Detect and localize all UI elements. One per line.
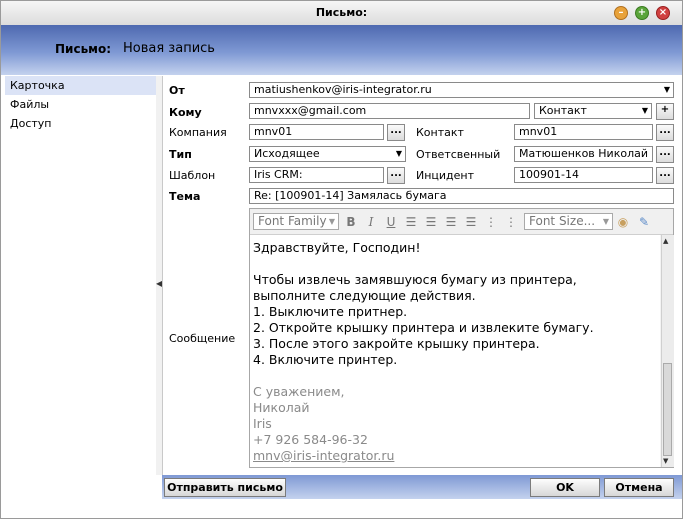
editor-toolbar: Font Family ▼ B I U ☰ ☰ ☰ ☰ ⋮ ⋮ Font Siz… <box>250 209 673 235</box>
dropdown-arrow-icon: ▼ <box>641 106 648 115</box>
to-label: Кому <box>169 106 202 119</box>
cancel-button[interactable]: Отмена <box>604 478 674 497</box>
company-label: Компания <box>169 126 227 139</box>
close-icon[interactable]: × <box>656 6 670 20</box>
from-select[interactable]: matiushenkov@iris-integrator.ru ▼ <box>249 82 674 98</box>
signature-line: +7 926 584-96-32 <box>253 432 368 447</box>
message-line: Чтобы извлечь замявшуюся бумагу из принт… <box>253 272 577 287</box>
from-value: matiushenkov@iris-integrator.ru <box>254 83 432 96</box>
message-label: Сообщение <box>169 332 236 345</box>
template-label: Шаблон <box>169 169 216 182</box>
message-line: выполните следующие действия. <box>253 288 476 303</box>
font-family-select[interactable]: Font Family ▼ <box>253 213 339 230</box>
record-header: Письмо: Новая запись <box>1 25 682 75</box>
to-value: mnvxxx@gmail.com <box>254 104 367 117</box>
send-email-button[interactable]: Отправить письмо <box>164 478 286 497</box>
type-value: Исходящее <box>254 147 320 160</box>
header-value: Новая запись <box>123 41 215 56</box>
subject-value: Re: [100901-14] Замялась бумага <box>254 189 447 202</box>
font-size-select[interactable]: Font Size... ▼ <box>524 213 613 230</box>
italic-button[interactable]: I <box>364 215 378 229</box>
message-line: 4. Включите принтер. <box>253 352 398 367</box>
align-right-icon[interactable]: ☰ <box>444 215 458 229</box>
align-justify-icon[interactable]: ☰ <box>464 215 478 229</box>
bold-button[interactable]: B <box>344 215 358 229</box>
scroll-up-icon[interactable]: ▲ <box>663 237 668 245</box>
incident-lookup-button[interactable]: ... <box>656 167 674 184</box>
title-bar[interactable]: Письмо: – + × <box>1 1 682 26</box>
edit-html-icon[interactable]: ✎ <box>637 215 651 229</box>
font-family-value: Font Family <box>258 214 327 228</box>
to-type-value: Контакт <box>539 104 587 117</box>
responsible-value: Матюшенков Николай <box>519 147 648 160</box>
type-label: Тип <box>169 148 192 161</box>
text-color-icon[interactable]: ◉ <box>616 215 630 229</box>
incident-label: Инцидент <box>416 169 475 182</box>
signature-line: Николай <box>253 400 310 415</box>
template-lookup-button[interactable]: ... <box>387 167 405 184</box>
contact-input[interactable]: mnv01 <box>514 124 653 140</box>
align-center-icon[interactable]: ☰ <box>424 215 438 229</box>
dropdown-arrow-icon: ▼ <box>395 149 402 158</box>
header-label: Письмо: <box>55 42 112 56</box>
sidebar-item-access[interactable]: Доступ <box>5 114 156 133</box>
sidebar-item-card[interactable]: Карточка <box>5 76 156 95</box>
subject-label: Тема <box>169 190 201 203</box>
dropdown-arrow-icon: ▼ <box>328 217 335 226</box>
incident-input[interactable]: 100901-14 <box>514 167 653 183</box>
add-recipient-button[interactable]: + <box>656 103 674 120</box>
align-left-icon[interactable]: ☰ <box>404 215 418 229</box>
responsible-lookup-button[interactable]: ... <box>656 146 674 163</box>
company-value: mnv01 <box>254 125 293 138</box>
from-label: От <box>169 84 185 97</box>
underline-button[interactable]: U <box>384 215 398 229</box>
company-lookup-button[interactable]: ... <box>387 124 405 141</box>
subject-input[interactable]: Re: [100901-14] Замялась бумага <box>249 188 674 204</box>
signature-line: Iris <box>253 416 272 431</box>
contact-label: Контакт <box>416 126 464 139</box>
message-line: Здравствуйте, Господин! <box>253 240 421 255</box>
editor-scrollbar[interactable]: ▲ ▼ <box>661 235 674 467</box>
signature-line: С уважением, <box>253 384 345 399</box>
ordered-list-icon[interactable]: ⋮ <box>484 215 498 229</box>
font-size-value: Font Size... <box>529 214 596 228</box>
maximize-icon[interactable]: + <box>635 6 649 20</box>
template-input[interactable]: Iris CRM: <box>249 167 384 183</box>
email-window: Письмо: – + × Письмо: Новая запись Карто… <box>0 0 683 519</box>
responsible-input[interactable]: Матюшенков Николай <box>514 146 653 162</box>
to-input[interactable]: mnvxxx@gmail.com <box>249 103 530 119</box>
ok-button[interactable]: OK <box>530 478 600 497</box>
type-select[interactable]: Исходящее ▼ <box>249 146 406 162</box>
template-value: Iris CRM: <box>254 168 303 181</box>
scrollbar-thumb[interactable] <box>663 363 672 456</box>
message-line: 3. После этого закройте крышку принтера. <box>253 336 540 351</box>
message-line: 1. Выключите притнер. <box>253 304 408 319</box>
sidebar: Карточка Файлы Доступ <box>5 76 157 475</box>
message-line: 2. Откройте крышку принтера и извлеките … <box>253 320 594 335</box>
bullet-list-icon[interactable]: ⋮ <box>504 215 518 229</box>
signature-email-link[interactable]: mnv@iris-integrator.ru <box>253 448 394 463</box>
window-title: Письмо: <box>315 6 368 19</box>
message-editor: Font Family ▼ B I U ☰ ☰ ☰ ☰ ⋮ ⋮ Font Siz… <box>249 208 674 468</box>
scroll-down-icon[interactable]: ▼ <box>663 457 668 465</box>
dropdown-arrow-icon: ▼ <box>663 85 670 94</box>
dropdown-arrow-icon: ▼ <box>602 217 609 226</box>
button-bar: Отправить письмо OK Отмена <box>162 475 682 499</box>
to-type-select[interactable]: Контакт ▼ <box>534 103 652 119</box>
sidebar-item-files[interactable]: Файлы <box>5 95 156 114</box>
contact-lookup-button[interactable]: ... <box>656 124 674 141</box>
message-body[interactable]: Здравствуйте, Господин! Чтобы извлечь за… <box>250 235 660 467</box>
responsible-label: Ответсвенный <box>416 148 501 161</box>
company-input[interactable]: mnv01 <box>249 124 384 140</box>
minimize-icon[interactable]: – <box>614 6 628 20</box>
incident-value: 100901-14 <box>519 168 579 181</box>
contact-value: mnv01 <box>519 125 558 138</box>
